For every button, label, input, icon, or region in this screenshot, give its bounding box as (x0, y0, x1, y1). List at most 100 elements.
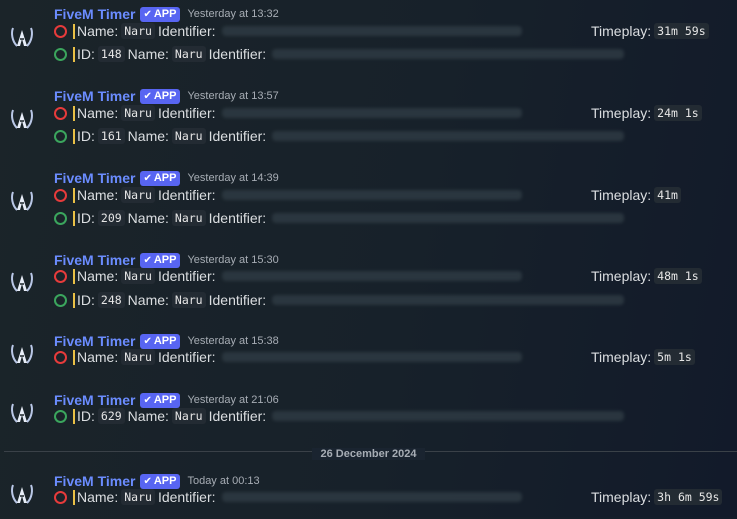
identifier-redacted (221, 352, 522, 362)
check-icon: ✔ (143, 8, 152, 20)
app-badge-label: APP (153, 172, 177, 184)
message-line: Name: Naru Identifier: (54, 487, 522, 507)
identifier-redacted (221, 108, 522, 118)
identifier-label: Identifier: (208, 46, 267, 62)
message: FiveM Timer ✔ APP Yesterday at 21:06 ID: 629 N… (0, 391, 737, 438)
identifier-label: Identifier: (157, 268, 216, 284)
app-badge-label: APP (153, 475, 177, 487)
timeplay: Timeplay: 48m 1s (591, 266, 705, 286)
fivem-logo-icon[interactable] (9, 270, 35, 296)
message-timestamp[interactable]: Today at 00:13 (187, 475, 259, 487)
name-value: Naru (171, 46, 206, 62)
author-name[interactable]: FiveM Timer (54, 88, 135, 104)
fivem-logo-icon[interactable] (9, 25, 35, 51)
timeplay-label: Timeplay: (591, 105, 652, 121)
message: FiveM Timer ✔ APP Yesterday at 13:32 Name: Na… (0, 5, 737, 76)
name-label: Name: (127, 46, 169, 62)
message: FiveM Timer ✔ APP Yesterday at 13:57 Name: Na… (0, 87, 737, 158)
check-icon: ✔ (143, 335, 152, 347)
message: FiveM Timer ✔ APP Yesterday at 15:30 Name: Na… (0, 251, 737, 322)
timeplay: Timeplay: 24m 1s (591, 103, 705, 123)
identifier-label: Identifier: (208, 128, 267, 144)
timeplay-value: 24m 1s (654, 105, 702, 121)
author-name[interactable]: FiveM Timer (54, 170, 135, 186)
accent-bar (73, 46, 75, 62)
message-line: Name: Naru Identifier: (54, 266, 522, 286)
left-status-icon (54, 269, 67, 283)
fivem-logo-icon[interactable] (9, 107, 35, 133)
name-value: Naru (171, 210, 206, 226)
identifier-redacted (221, 190, 522, 200)
identifier-redacted (272, 411, 625, 421)
timeplay-value: 5m 1s (654, 349, 695, 365)
code-value: Naru (121, 23, 155, 39)
field-label: ID: (77, 292, 95, 308)
name-label: Name: (127, 128, 169, 144)
timeplay-value: 3h 6m 59s (654, 489, 723, 505)
identifier-label: Identifier: (157, 187, 216, 203)
message: FiveM Timer ✔ APP Today at 00:13 Name: Naru Id… (0, 472, 737, 519)
fivem-logo-icon[interactable] (9, 189, 35, 215)
code-value: 629 (97, 408, 125, 424)
accent-bar (73, 23, 75, 39)
app-badge-label: APP (153, 394, 177, 406)
field-label: ID: (77, 128, 95, 144)
fivem-logo-icon[interactable] (9, 342, 35, 368)
fivem-logo-icon[interactable] (9, 482, 35, 508)
field-label: Name: (77, 349, 119, 365)
accent-bar (73, 292, 75, 308)
message-timestamp[interactable]: Yesterday at 15:38 (187, 335, 278, 347)
author-name[interactable]: FiveM Timer (54, 6, 135, 22)
name-label: Name: (127, 292, 169, 308)
timeplay-value: 31m 59s (654, 23, 709, 39)
left-status-icon (54, 350, 67, 364)
field-label: Name: (77, 187, 119, 203)
identifier-label: Identifier: (157, 23, 216, 39)
message-line: Name: Naru Identifier: (54, 347, 522, 367)
identifier-redacted (272, 131, 625, 141)
code-value: Naru (121, 349, 155, 365)
identifier-label: Identifier: (157, 349, 216, 365)
message-timestamp[interactable]: Yesterday at 13:57 (187, 90, 278, 102)
timeplay-label: Timeplay: (591, 23, 652, 39)
identifier-label: Identifier: (208, 292, 267, 308)
field-label: Name: (77, 105, 119, 121)
code-value: 248 (97, 292, 125, 308)
check-icon: ✔ (143, 90, 152, 102)
code-value: Naru (121, 105, 155, 121)
left-status-icon (54, 490, 67, 504)
accent-bar (73, 408, 75, 424)
left-status-icon (54, 106, 67, 120)
message-line: ID: 209 Name: Naru Identifier: (54, 208, 625, 228)
field-label: Name: (77, 489, 119, 505)
accent-bar (73, 489, 75, 505)
identifier-redacted (272, 49, 625, 59)
accent-bar (73, 268, 75, 284)
message-timestamp[interactable]: Yesterday at 14:39 (187, 172, 278, 184)
message-line: ID: 248 Name: Naru Identifier: (54, 290, 625, 310)
timeplay-label: Timeplay: (591, 268, 652, 284)
app-badge-label: APP (153, 335, 177, 347)
identifier-label: Identifier: (208, 210, 267, 226)
accent-bar (73, 105, 75, 121)
timeplay: Timeplay: 5m 1s (591, 347, 698, 367)
message: FiveM Timer ✔ APP Yesterday at 15:38 Name: Na… (0, 332, 737, 379)
name-label: Name: (127, 210, 169, 226)
check-icon: ✔ (143, 172, 152, 184)
timeplay: Timeplay: 31m 59s (591, 21, 712, 41)
left-status-icon (54, 188, 67, 202)
identifier-label: Identifier: (157, 489, 216, 505)
message-timestamp[interactable]: Yesterday at 15:30 (187, 254, 278, 266)
timeplay: Timeplay: 41m (591, 185, 684, 205)
join-status-icon (54, 409, 67, 423)
message-timestamp[interactable]: Yesterday at 21:06 (187, 394, 278, 406)
code-value: 209 (97, 210, 125, 226)
join-status-icon (54, 211, 67, 225)
check-icon: ✔ (143, 475, 152, 487)
app-badge: ✔ APP (140, 88, 181, 104)
message-timestamp[interactable]: Yesterday at 13:32 (187, 8, 278, 20)
message-line: ID: 161 Name: Naru Identifier: (54, 126, 625, 146)
timeplay-value: 48m 1s (654, 268, 702, 284)
fivem-logo-icon[interactable] (9, 401, 35, 427)
check-icon: ✔ (143, 394, 152, 406)
